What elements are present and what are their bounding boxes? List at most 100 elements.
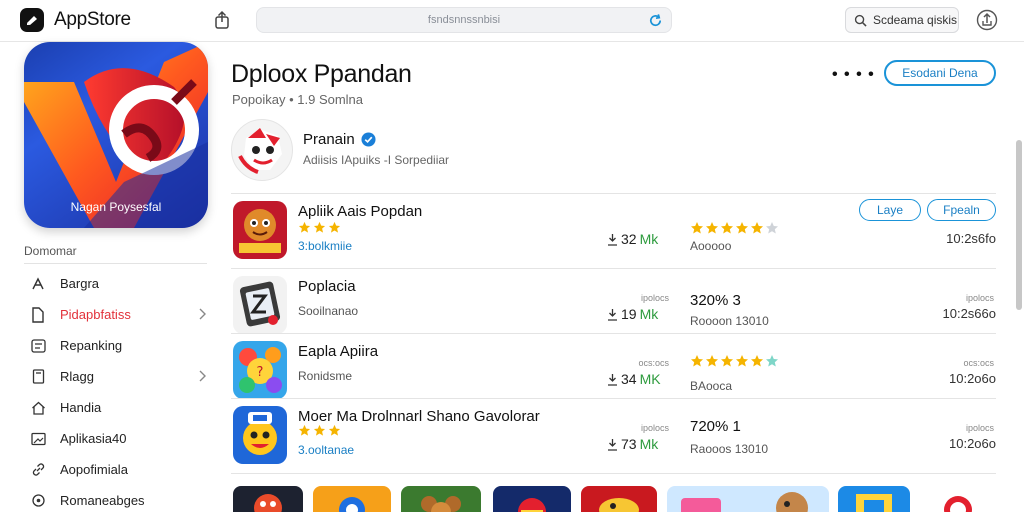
address-bar[interactable]: fsndsnnssnbisi bbox=[256, 7, 672, 33]
sidebar-heading: Domomar bbox=[24, 244, 77, 258]
sidebar-item-rlagg[interactable]: Rlagg bbox=[24, 361, 210, 392]
page-title: Dploox Ppandan bbox=[231, 60, 412, 88]
release-info: 10:2s66o bbox=[942, 306, 997, 321]
sidebar-item-handia[interactable]: Handia bbox=[24, 392, 210, 423]
app-tile[interactable] bbox=[233, 486, 303, 512]
more-options-button[interactable]: • • • • bbox=[832, 66, 875, 84]
app-tile[interactable] bbox=[313, 486, 391, 512]
size-value: 32 bbox=[621, 231, 637, 247]
document-icon bbox=[30, 306, 46, 323]
brand[interactable]: AppStore bbox=[20, 8, 131, 32]
developer-subtitle: Adiisis IApuiks -I Sorpediiar bbox=[303, 153, 450, 167]
refresh-icon[interactable] bbox=[648, 13, 663, 28]
sidebar-item-label: Aopofimiala bbox=[60, 462, 128, 477]
star-icon bbox=[313, 424, 326, 436]
layer-button[interactable]: Laye bbox=[859, 199, 921, 221]
app-tile[interactable] bbox=[667, 486, 829, 512]
star-icon bbox=[691, 222, 703, 234]
app-name: Apliik Aais Popdan bbox=[298, 203, 423, 220]
release-info: 10:2o6o bbox=[949, 371, 996, 386]
release-caption: ipolocs bbox=[965, 423, 994, 433]
app-tile[interactable] bbox=[401, 486, 481, 512]
search-button[interactable]: Scdeama qiskis bbox=[845, 7, 959, 33]
star-icon bbox=[328, 221, 341, 233]
app-icon: ? bbox=[233, 341, 287, 399]
star-icon bbox=[766, 355, 778, 367]
release-info: 10:2o6o bbox=[949, 436, 996, 451]
scrollbar[interactable] bbox=[1016, 140, 1022, 310]
divider bbox=[231, 193, 996, 194]
app-size: 34 MK bbox=[607, 371, 661, 387]
star-icon bbox=[298, 221, 311, 233]
stat-value: 720% 1 bbox=[690, 418, 741, 435]
circle-icon bbox=[30, 493, 46, 509]
star-icon bbox=[721, 222, 733, 234]
app-tile[interactable] bbox=[493, 486, 571, 512]
sidebar-item-pidapbfatiss[interactable]: Pidapbfatiss bbox=[24, 299, 210, 330]
appstore-logo-icon bbox=[20, 8, 44, 32]
list-item[interactable]: Apliik Aais Popdan 3:bolkmiie 32 Mk Aooo… bbox=[231, 199, 996, 265]
size-value: 34 bbox=[621, 371, 637, 387]
rating-row bbox=[298, 424, 341, 437]
house-icon bbox=[30, 400, 46, 416]
download-icon bbox=[608, 233, 617, 246]
app-name: Moer Ma Drolnnarl Shano Gavolorar bbox=[298, 408, 540, 425]
size-unit: Mk bbox=[639, 306, 659, 322]
share-icon[interactable] bbox=[976, 9, 998, 31]
stat-subtext: Raooos 13010 bbox=[690, 442, 769, 456]
rating-stars bbox=[690, 354, 779, 368]
chevron-right-icon bbox=[199, 370, 206, 382]
filter-button[interactable]: Fpealn bbox=[927, 199, 996, 221]
app-tile[interactable] bbox=[921, 486, 995, 512]
app-name: Eapla Apiira bbox=[298, 343, 379, 360]
sidebar-item-aplikasia40[interactable]: Aplikasia40 bbox=[24, 423, 210, 454]
app-tile[interactable] bbox=[838, 486, 910, 512]
sidebar-item-label: Rlagg bbox=[60, 369, 94, 384]
divider bbox=[231, 333, 996, 334]
stat-value: 320% 3 bbox=[690, 292, 741, 309]
star-icon bbox=[706, 355, 718, 367]
developer-avatar[interactable] bbox=[231, 119, 293, 181]
star-icon bbox=[328, 424, 341, 436]
list-item[interactable]: Moer Ma Drolnnarl Shano Gavolorar 3.oolt… bbox=[231, 406, 996, 470]
app-name: Poplacia bbox=[298, 278, 356, 295]
search-icon bbox=[854, 14, 867, 27]
share-icon[interactable] bbox=[212, 10, 232, 30]
star-icon bbox=[751, 355, 763, 367]
star-icon bbox=[313, 221, 326, 233]
featured-app-icon[interactable]: Nagan Poysesfal bbox=[24, 42, 208, 228]
star-icon bbox=[766, 222, 778, 234]
release-caption: ocs:ocs bbox=[963, 358, 994, 368]
size-value: 19 bbox=[621, 306, 637, 322]
divider bbox=[24, 263, 207, 264]
size-unit: Mk bbox=[639, 231, 659, 247]
developer-name-row[interactable]: Pranain bbox=[303, 131, 376, 148]
verified-badge-icon bbox=[361, 132, 376, 147]
app-tile[interactable] bbox=[581, 486, 657, 512]
rating-row bbox=[298, 221, 341, 234]
sidebar-item-romaneabges[interactable]: Romaneabges bbox=[24, 485, 210, 512]
download-icon bbox=[608, 308, 617, 321]
app-icon bbox=[233, 276, 287, 334]
sidebar-item-label: Romaneabges bbox=[60, 493, 145, 508]
primary-action-button[interactable]: Esodani Dena bbox=[884, 60, 996, 86]
list-item[interactable]: Poplacia Sooilnanao ipolocs 19 Mk 320% 3… bbox=[231, 276, 996, 340]
release-info: 10:2s6fo bbox=[946, 231, 996, 246]
page-subtitle: Popoikay • 1.9 Somlna bbox=[232, 92, 364, 107]
stat-subtext: Aooooo bbox=[690, 239, 732, 253]
sidebar-item-repanking[interactable]: Repanking bbox=[24, 330, 210, 361]
star-icon bbox=[691, 355, 703, 367]
list-item[interactable]: ? Eapla Apiira Ronidsme ocs:ocs 34 MK BA… bbox=[231, 341, 996, 405]
app-subtitle: Sooilnanao bbox=[298, 304, 359, 318]
app-icon bbox=[233, 201, 287, 259]
sidebar-item-label: Pidapbfatiss bbox=[60, 307, 131, 322]
release-caption: ipolocs bbox=[965, 293, 994, 303]
sidebar-item-bargra[interactable]: Bargra bbox=[24, 268, 210, 299]
sidebar-item-aopofimiala[interactable]: Aopofimiala bbox=[24, 454, 210, 485]
featured-app-caption: Nagan Poysesfal bbox=[70, 200, 162, 214]
app-subtitle: Ronidsme bbox=[298, 369, 353, 383]
size-unit: Mk bbox=[639, 436, 659, 452]
image-icon bbox=[30, 431, 46, 447]
download-icon bbox=[608, 373, 617, 386]
star-icon bbox=[736, 222, 748, 234]
